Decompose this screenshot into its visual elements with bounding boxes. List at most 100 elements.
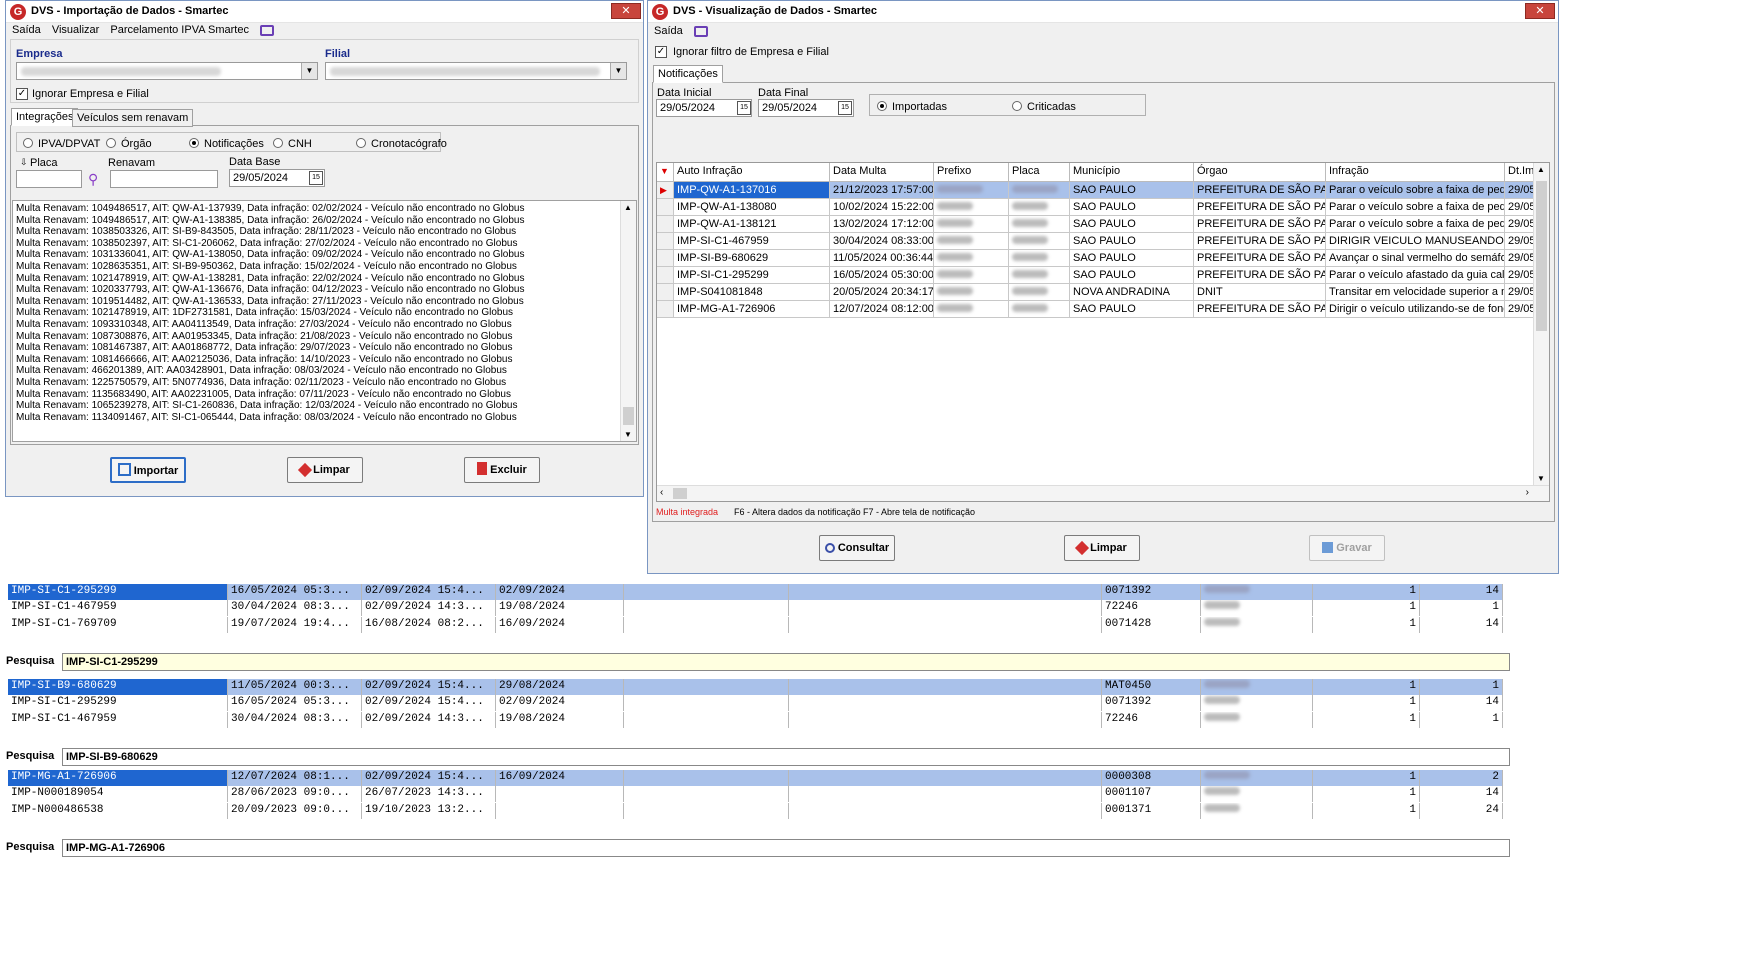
grid-cell-auto[interactable]: IMP-SI-C1-295299 <box>674 267 830 284</box>
calendar-icon[interactable]: 15 <box>838 101 852 115</box>
monitor-icon[interactable] <box>260 24 275 36</box>
grid-cell-infracao[interactable]: DIRIGIR VEICULO MANUSEANDO TE... <box>1326 233 1505 250</box>
grid-col-header[interactable]: Prefixo <box>934 163 1009 182</box>
radio-orgao[interactable] <box>106 138 116 148</box>
grid-cell-municipio[interactable]: SAO PAULO <box>1070 216 1194 233</box>
grid-cell-orgao[interactable]: PREFEITURA DE SÃO PA... <box>1194 216 1326 233</box>
empresa-select[interactable]: ▼ <box>16 62 318 80</box>
grid-cell-infracao[interactable]: Parar o veículo sobre a faixa de pedest.… <box>1326 199 1505 216</box>
gravar-button[interactable]: Gravar <box>1309 535 1385 561</box>
grid-cell-prefixo[interactable] <box>934 233 1009 250</box>
grid-cell-placa[interactable] <box>1009 301 1070 318</box>
grid-cell-placa[interactable] <box>1009 250 1070 267</box>
grid-hscrollbar[interactable]: ‹ › <box>657 485 1549 501</box>
grid-cell-auto[interactable]: IMP-MG-A1-726906 <box>674 301 830 318</box>
grid-cell-auto[interactable]: IMP-S041081848 <box>674 284 830 301</box>
grid-cell-auto[interactable]: IMP-SI-B9-680629 <box>674 250 830 267</box>
limpar-button[interactable]: Limpar <box>287 457 363 483</box>
grid-cell-infracao[interactable]: Transitar em velocidade superior a maxi.… <box>1326 284 1505 301</box>
grid-cell-municipio[interactable]: SAO PAULO <box>1070 301 1194 318</box>
row-indicator[interactable] <box>657 267 674 284</box>
grid-cell-municipio[interactable]: SAO PAULO <box>1070 233 1194 250</box>
limpar-button[interactable]: Limpar <box>1064 535 1140 561</box>
grid-vscrollbar[interactable]: ▲ ▼ <box>1533 163 1549 485</box>
grid-cell-data[interactable]: 11/05/2024 00:36:44 <box>830 250 934 267</box>
grid-cell-auto[interactable]: IMP-QW-A1-138121 <box>674 216 830 233</box>
ignore-empresa-checkbox[interactable]: ✓ <box>16 88 28 100</box>
grid-cell-data[interactable]: 10/02/2024 15:22:00 <box>830 199 934 216</box>
grid-cell-orgao[interactable]: PREFEITURA DE SÃO PA... <box>1194 182 1326 199</box>
grid-cell-data[interactable]: 30/04/2024 08:33:00 <box>830 233 934 250</box>
grid-cell-orgao[interactable]: PREFEITURA DE SÃO PA... <box>1194 199 1326 216</box>
grid-cell-orgao[interactable]: PREFEITURA DE SÃO PA... <box>1194 301 1326 318</box>
grid-cell-municipio[interactable]: SAO PAULO <box>1070 182 1194 199</box>
grid-cell-infracao[interactable]: Parar o veículo sobre a faixa de pedest.… <box>1326 182 1505 199</box>
grid-cell-placa[interactable] <box>1009 284 1070 301</box>
excluir-button[interactable]: Excluir <box>464 457 540 483</box>
grid-cell-municipio[interactable]: SAO PAULO <box>1070 199 1194 216</box>
grid-cell-placa[interactable] <box>1009 233 1070 250</box>
search-icon[interactable]: ⚲ <box>88 171 98 188</box>
grid-corner[interactable]: ▼ <box>657 163 674 182</box>
list-row[interactable]: IMP-N000189054 28/06/2023 09:0... 26/07/20… <box>8 786 1503 803</box>
grid-cell-prefixo[interactable] <box>934 216 1009 233</box>
grid-col-header[interactable]: Infração <box>1326 163 1505 182</box>
list-row[interactable]: IMP-SI-C1-295299 16/05/2024 05:3... 02/09/… <box>8 695 1503 712</box>
grid-cell-auto[interactable]: IMP-QW-A1-138080 <box>674 199 830 216</box>
tab-notificacoes[interactable]: Notificações <box>653 65 723 83</box>
list-row[interactable]: IMP-SI-C1-295299 16/05/2024 05:3... 02/09/… <box>8 584 1503 600</box>
grid-cell-infracao[interactable]: Parar o veículo sobre a faixa de pedest.… <box>1326 216 1505 233</box>
radio-cnh[interactable] <box>273 138 283 148</box>
search-input[interactable]: IMP-SI-C1-295299 <box>62 653 1510 671</box>
grid-cell-municipio[interactable]: SAO PAULO <box>1070 267 1194 284</box>
grid-cell-orgao[interactable]: PREFEITURA DE SÃO PA... <box>1194 267 1326 284</box>
menu-parcelamento[interactable]: Parcelamento IPVA Smartec <box>110 24 249 36</box>
grid-cell-data[interactable]: 16/05/2024 05:30:00 <box>830 267 934 284</box>
row-indicator[interactable] <box>657 199 674 216</box>
radio-notificacoes[interactable] <box>189 138 199 148</box>
radio-criticadas[interactable] <box>1012 101 1022 111</box>
grid-cell-orgao[interactable]: PREFEITURA DE SÃO PA... <box>1194 250 1326 267</box>
list-row[interactable]: IMP-SI-C1-467959 30/04/2024 08:3... 02/09/… <box>8 600 1503 617</box>
row-indicator[interactable] <box>657 301 674 318</box>
grid-cell-placa[interactable] <box>1009 216 1070 233</box>
row-indicator[interactable] <box>657 233 674 250</box>
consultar-button[interactable]: Consultar <box>819 535 895 561</box>
log-scrollbar[interactable]: ▲ ▼ <box>620 201 636 441</box>
grid-col-header[interactable]: Município <box>1070 163 1194 182</box>
row-indicator[interactable] <box>657 250 674 267</box>
menu-visualizar[interactable]: Visualizar <box>52 24 100 36</box>
menu-saida[interactable]: Saída <box>654 25 683 37</box>
ignore-filtro-checkbox[interactable]: ✓ <box>655 46 667 58</box>
search-input[interactable]: IMP-SI-B9-680629 <box>62 748 1510 766</box>
grid-cell-prefixo[interactable] <box>934 301 1009 318</box>
grid-cell-prefixo[interactable] <box>934 267 1009 284</box>
grid-cell-prefixo[interactable] <box>934 284 1009 301</box>
filial-select[interactable]: ▼ <box>325 62 627 80</box>
calendar-icon[interactable]: 15 <box>309 171 323 185</box>
radio-importadas[interactable] <box>877 101 887 111</box>
importar-button[interactable]: Importar <box>110 457 186 483</box>
grid-cell-municipio[interactable]: SAO PAULO <box>1070 250 1194 267</box>
grid-cell-orgao[interactable]: DNIT <box>1194 284 1326 301</box>
grid-cell-auto[interactable]: IMP-SI-C1-467959 <box>674 233 830 250</box>
grid-cell-orgao[interactable]: PREFEITURA DE SÃO PA... <box>1194 233 1326 250</box>
grid-cell-prefixo[interactable] <box>934 182 1009 199</box>
grid-cell-placa[interactable] <box>1009 267 1070 284</box>
view-close-button[interactable]: ✕ <box>1525 3 1555 19</box>
list-row[interactable]: IMP-N000486538 20/09/2023 09:0... 19/10/20… <box>8 802 1503 819</box>
grid-cell-placa[interactable] <box>1009 199 1070 216</box>
placa-input[interactable] <box>16 170 82 188</box>
radio-cronotacografo[interactable] <box>356 138 366 148</box>
tab-veiculos-sem-renavam[interactable]: Veículos sem renavam <box>72 109 194 127</box>
grid-cell-prefixo[interactable] <box>934 199 1009 216</box>
menu-saida[interactable]: Saída <box>12 24 41 36</box>
search-input[interactable]: IMP-MG-A1-726906 <box>62 839 1510 857</box>
grid-cell-infracao[interactable]: Avançar o sinal vermelho do semáforo ... <box>1326 250 1505 267</box>
grid-cell-data[interactable]: 12/07/2024 08:12:00 <box>830 301 934 318</box>
list-row[interactable]: IMP-SI-C1-467959 30/04/2024 08:3... 02/09/… <box>8 711 1503 728</box>
list-row[interactable]: IMP-MG-A1-726906 12/07/2024 08:1... 02/09/… <box>8 770 1503 786</box>
row-indicator[interactable] <box>657 216 674 233</box>
chevron-down-icon[interactable]: ▼ <box>610 63 626 79</box>
grid-col-header[interactable]: Auto Infração <box>674 163 830 182</box>
